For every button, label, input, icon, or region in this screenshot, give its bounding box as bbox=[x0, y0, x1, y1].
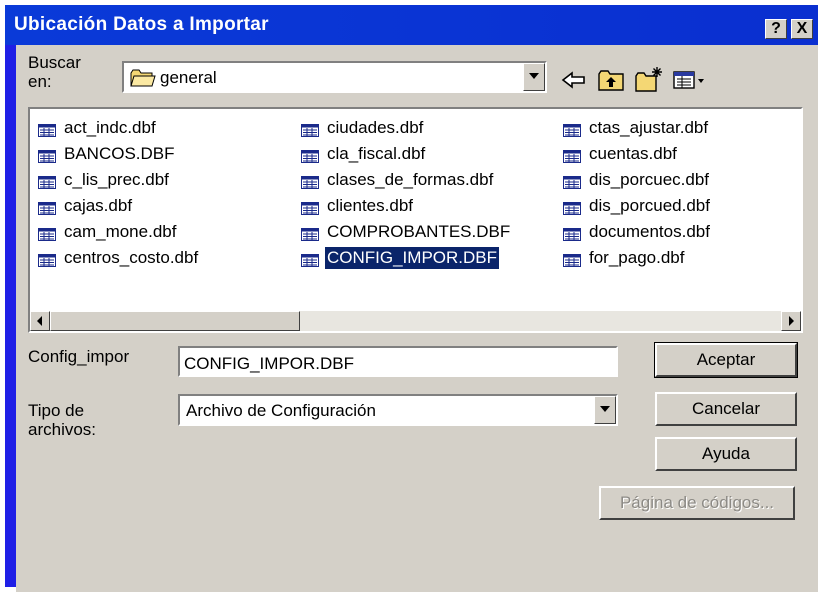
scroll-right-button[interactable] bbox=[781, 311, 801, 331]
file-item[interactable]: dis_porcuec.dbf bbox=[563, 167, 712, 193]
database-file-icon bbox=[563, 252, 581, 267]
filename-label: Config_impor bbox=[28, 347, 130, 366]
file-item[interactable]: ctas_ajustar.dbf bbox=[563, 115, 712, 141]
database-file-icon bbox=[301, 174, 319, 189]
file-item[interactable]: BANCOS.DBF bbox=[38, 141, 200, 167]
file-list[interactable]: act_indc.dbf BANCOS.DBF c_lis_prec.dbf c… bbox=[28, 107, 803, 333]
filetype-combo[interactable]: Archivo de Configuración bbox=[178, 394, 618, 426]
codepage-button: Página de códigos... bbox=[599, 486, 795, 520]
up-folder-icon[interactable] bbox=[596, 65, 626, 95]
new-folder-icon[interactable] bbox=[634, 65, 664, 95]
filetype-label: Tipo de archivos: bbox=[28, 401, 97, 439]
database-file-icon bbox=[38, 148, 56, 163]
folder-icon bbox=[130, 69, 156, 87]
file-item[interactable]: act_indc.dbf bbox=[38, 115, 200, 141]
cancel-button[interactable]: Cancelar bbox=[655, 392, 797, 426]
file-column: ctas_ajustar.dbf cuentas.dbf dis_porcuec… bbox=[563, 115, 712, 271]
file-item[interactable]: cam_mone.dbf bbox=[38, 219, 200, 245]
file-column: ciudades.dbf cla_fiscal.dbf clases_de_fo… bbox=[301, 115, 512, 271]
file-item-selected[interactable]: CONFIG_IMPOR.DBF bbox=[301, 245, 512, 271]
lookin-combo[interactable]: general bbox=[122, 61, 547, 93]
file-item[interactable]: clases_de_formas.dbf bbox=[301, 167, 512, 193]
file-item[interactable]: cajas.dbf bbox=[38, 193, 200, 219]
file-item[interactable]: ciudades.dbf bbox=[301, 115, 512, 141]
horizontal-scrollbar[interactable] bbox=[30, 311, 801, 331]
lookin-dropdown-button[interactable] bbox=[523, 63, 545, 91]
filename-input[interactable]: CONFIG_IMPOR.DBF bbox=[178, 346, 618, 377]
file-column: act_indc.dbf BANCOS.DBF c_lis_prec.dbf c… bbox=[38, 115, 200, 271]
file-item[interactable]: COMPROBANTES.DBF bbox=[301, 219, 512, 245]
accept-button[interactable]: Aceptar bbox=[654, 342, 798, 378]
lookin-label: Buscar en: bbox=[28, 53, 81, 91]
database-file-icon bbox=[38, 200, 56, 215]
scrollbar-thumb[interactable] bbox=[50, 311, 300, 331]
database-file-icon bbox=[301, 252, 319, 267]
back-icon[interactable] bbox=[559, 65, 589, 95]
database-file-icon bbox=[38, 226, 56, 241]
database-file-icon bbox=[301, 122, 319, 137]
dialog-body: Buscar en: general act_indc.dbf BANCOS.D… bbox=[16, 45, 818, 592]
arrow-right-icon bbox=[789, 316, 794, 326]
title-bar[interactable]: Ubicación Datos a Importar ? X bbox=[5, 5, 818, 45]
database-file-icon bbox=[563, 122, 581, 137]
file-item[interactable]: centros_costo.dbf bbox=[38, 245, 200, 271]
file-item[interactable]: clientes.dbf bbox=[301, 193, 512, 219]
database-file-icon bbox=[38, 252, 56, 267]
file-item[interactable]: dis_porcued.dbf bbox=[563, 193, 712, 219]
file-item[interactable]: cla_fiscal.dbf bbox=[301, 141, 512, 167]
scroll-left-button[interactable] bbox=[30, 311, 50, 331]
database-file-icon bbox=[563, 200, 581, 215]
file-item[interactable]: cuentas.dbf bbox=[563, 141, 712, 167]
database-file-icon bbox=[38, 174, 56, 189]
database-file-icon bbox=[301, 148, 319, 163]
database-file-icon bbox=[301, 226, 319, 241]
file-item[interactable]: documentos.dbf bbox=[563, 219, 712, 245]
window-title: Ubicación Datos a Importar bbox=[14, 14, 269, 35]
database-file-icon bbox=[563, 148, 581, 163]
view-menu-icon[interactable] bbox=[671, 65, 707, 95]
arrow-left-icon bbox=[37, 316, 42, 326]
filename-value: CONFIG_IMPOR.DBF bbox=[184, 354, 355, 373]
help-dialog-button[interactable]: Ayuda bbox=[655, 437, 797, 471]
close-button[interactable]: X bbox=[791, 19, 813, 39]
database-file-icon bbox=[563, 226, 581, 241]
database-file-icon bbox=[563, 174, 581, 189]
database-file-icon bbox=[301, 200, 319, 215]
database-file-icon bbox=[38, 122, 56, 137]
filetype-dropdown-button[interactable] bbox=[594, 396, 616, 424]
file-item[interactable]: for_pago.dbf bbox=[563, 245, 712, 271]
help-button[interactable]: ? bbox=[765, 19, 787, 39]
file-item[interactable]: c_lis_prec.dbf bbox=[38, 167, 200, 193]
lookin-value: general bbox=[160, 68, 217, 87]
import-dialog-window: Ubicación Datos a Importar ? X Buscar en… bbox=[5, 5, 818, 592]
filetype-value: Archivo de Configuración bbox=[186, 401, 376, 420]
